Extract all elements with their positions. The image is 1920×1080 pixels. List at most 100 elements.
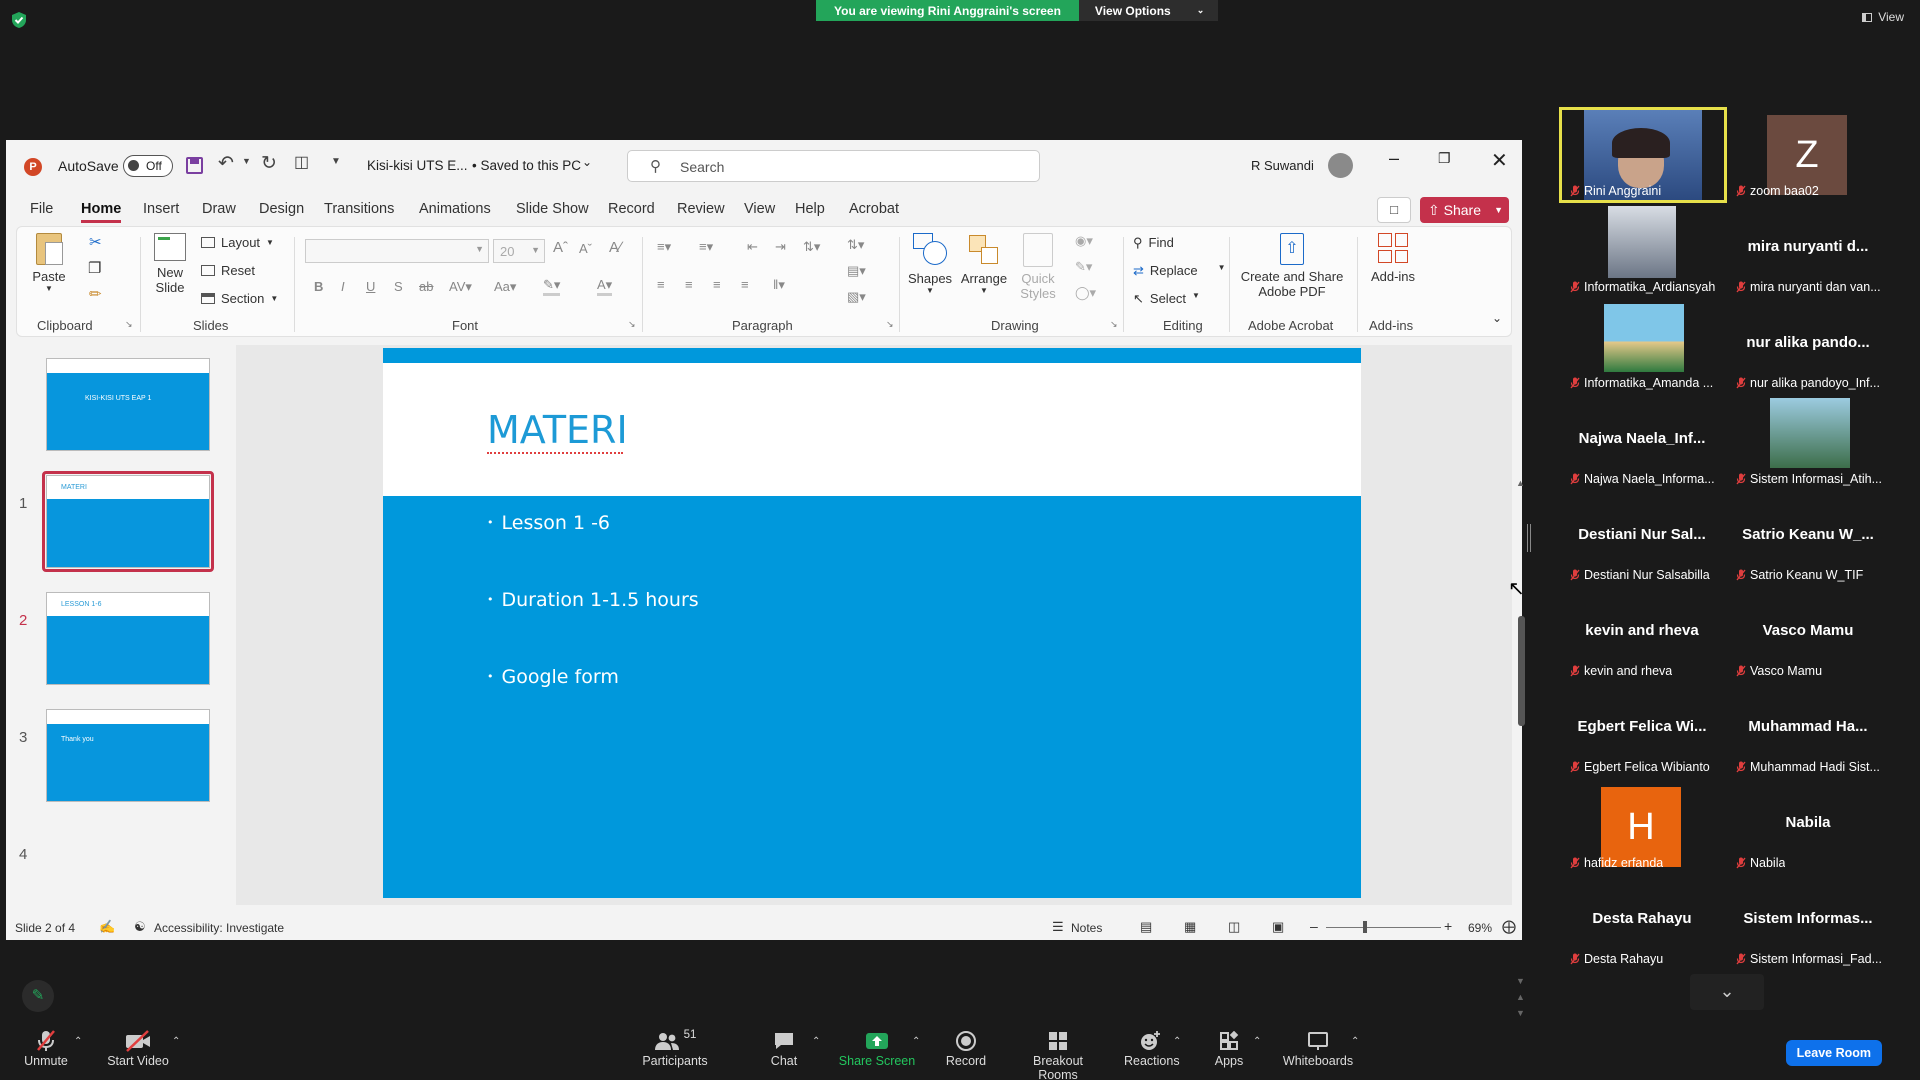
tab-draw[interactable]: Draw [202,201,236,217]
bullets-icon[interactable]: ≡▾ [657,239,671,255]
participants-button[interactable]: 51 Participants [640,1028,710,1068]
user-avatar[interactable] [1328,153,1353,178]
file-name[interactable]: Kisi-kisi UTS E... [367,158,468,173]
scroll-up-icon[interactable]: ▲ [1516,478,1525,488]
columns-icon[interactable]: ‖▾ [773,277,785,293]
tab-animations[interactable]: Animations [419,201,491,217]
participant-tile[interactable]: Satrio Keanu W_... Satrio Keanu W_TIF [1728,494,1888,584]
copy-icon[interactable]: ❐ [88,259,101,277]
start-video-button[interactable]: Start Video [106,1028,170,1068]
replace-button[interactable]: ⇄ Replace ▼ [1133,263,1226,279]
justify-icon[interactable]: ≡ [741,277,749,292]
zoom-out-icon[interactable]: – [1310,918,1318,934]
whiteboards-button[interactable]: Whiteboards [1282,1028,1354,1068]
font-name-box[interactable]: ▼ [305,239,489,263]
saved-status[interactable]: • Saved to this PC [472,158,581,173]
normal-view-icon[interactable]: ▤ [1140,919,1152,935]
reactions-button[interactable]: Reactions [1124,1028,1180,1068]
increase-indent-icon[interactable]: ⇥ [775,239,786,255]
search-box[interactable]: ⚲ Search [627,150,1040,182]
zoom-in-icon[interactable]: + [1444,918,1452,934]
shape-fill-icon[interactable]: ◉▾ [1075,233,1093,249]
slide-thumbnail-3[interactable]: LESSON 1-6 [46,592,210,685]
participant-tile[interactable]: Informatika_Ardiansyah [1562,206,1722,296]
slide-title[interactable]: MATERI [487,408,628,452]
participant-tile[interactable]: Sistem Informasi_Atih... [1728,398,1888,488]
participant-tile[interactable]: Destiani Nur Sal... Destiani Nur Salsabil… [1562,494,1722,584]
highlight-icon[interactable]: ✎▾ [543,277,561,296]
participant-tile[interactable]: Muhammad Ha... Muhammad Hadi Sist... [1728,686,1888,776]
scroll-down-icon[interactable]: ▼ [1516,976,1525,986]
participant-tile[interactable]: Hhafidz erfanda [1562,782,1722,872]
whiteboards-options-chevron-icon[interactable]: ⌃ [1351,1036,1359,1047]
select-button[interactable]: ↖ Select ▼ [1133,291,1200,307]
participant-tile[interactable]: kevin and rheva kevin and rheva [1562,590,1722,680]
undo-dropdown-icon[interactable]: ▼ [242,156,251,166]
shapes-button[interactable]: Shapes ▼ [907,233,953,295]
text-direction-icon[interactable]: ⇅▾ [847,237,864,253]
video-options-chevron-icon[interactable]: ⌃ [172,1036,180,1047]
record-button[interactable]: Record [944,1028,988,1068]
bullet-item[interactable]: • Duration 1-1.5 hours [487,589,699,611]
save-icon[interactable] [186,157,203,174]
slide-thumbnail-1[interactable]: KISI-KISI UTS EAP 1 [46,358,210,451]
unmute-button[interactable]: Unmute [22,1028,70,1068]
accessibility-status[interactable]: Accessibility: Investigate [154,921,284,935]
bullet-item[interactable]: • Google form [487,666,619,688]
slide-thumbnail-4[interactable]: Thank you [46,709,210,802]
font-size-box[interactable]: 20 ▼ [493,239,545,263]
collapse-ribbon-icon[interactable]: ⌄ [1492,311,1502,325]
close-icon[interactable]: ✕ [1491,148,1508,173]
chat-button[interactable]: Chat [763,1028,805,1068]
undo-icon[interactable]: ↶ [218,152,234,175]
zoom-slider[interactable] [1326,927,1441,928]
paste-button[interactable]: Paste ▼ [31,233,67,293]
tab-view[interactable]: View [744,201,775,217]
resize-handle[interactable] [1527,524,1531,552]
spell-check-icon[interactable]: ✍ [99,919,115,935]
add-ins-button[interactable]: Add-ins [1365,233,1421,284]
underline-icon[interactable]: U [366,279,375,294]
cut-icon[interactable]: ✂ [89,233,102,251]
italic-icon[interactable]: I [341,279,345,294]
section-button[interactable]: Section ▼ [201,291,278,306]
numbering-icon[interactable]: ≡▾ [699,239,713,255]
leave-room-button[interactable]: Leave Room [1785,1040,1882,1066]
align-right-icon[interactable]: ≡ [713,277,721,292]
user-name[interactable]: R Suwandi [1251,158,1314,173]
dialog-launcher-icon[interactable]: ↘ [628,319,636,330]
accessibility-icon[interactable]: ☯ [134,919,146,935]
zoom-level[interactable]: 69% [1468,921,1492,935]
new-slide-button[interactable]: New Slide [147,233,193,295]
tab-transitions[interactable]: Transitions [324,201,394,217]
view-options-button[interactable]: View Options ⌄ [1078,0,1219,21]
increase-font-icon[interactable]: Aˆ [553,239,568,256]
scroll-thumb[interactable] [1518,616,1525,726]
minimize-icon[interactable]: – [1389,148,1399,169]
apps-options-chevron-icon[interactable]: ⌃ [1253,1036,1261,1047]
security-shield-icon[interactable] [10,11,28,29]
reactions-options-chevron-icon[interactable]: ⌃ [1173,1036,1181,1047]
notes-button[interactable]: Notes [1071,921,1102,935]
slide-canvas[interactable]: MATERI • Lesson 1 -6 • Duration 1-1.5 hour… [383,348,1361,898]
arrange-button[interactable]: Arrange ▼ [959,233,1009,295]
dialog-launcher-icon[interactable]: ↘ [886,319,894,330]
present-from-start-icon[interactable]: ◫ [294,152,309,172]
apps-button[interactable]: Apps [1212,1028,1246,1068]
redo-icon[interactable]: ↻ [261,152,277,175]
tab-design[interactable]: Design [259,201,304,217]
tab-slide-show[interactable]: Slide Show [516,201,589,217]
decrease-indent-icon[interactable]: ⇤ [747,239,758,255]
layout-button[interactable]: Layout ▼ [201,235,274,250]
tab-insert[interactable]: Insert [143,201,179,217]
reset-button[interactable]: Reset [201,263,255,278]
align-left-icon[interactable]: ≡ [657,277,665,292]
find-button[interactable]: ⚲ Find [1133,235,1174,251]
decrease-font-icon[interactable]: Aˇ [579,241,592,256]
participant-tile[interactable]: nur alika pando... nur alika pandoyo_Inf.… [1728,302,1888,392]
vertical-scrollbar[interactable]: ▲ ▼ ▲ ▼ [1514,478,1528,1030]
slide-thumbnail-2[interactable]: MATERI [46,475,210,568]
autosave-toggle[interactable]: Off [123,155,173,177]
view-button[interactable]: View [1862,10,1904,24]
participant-tile[interactable]: Najwa Naela_Inf... Najwa Naela_Informa... [1562,398,1722,488]
